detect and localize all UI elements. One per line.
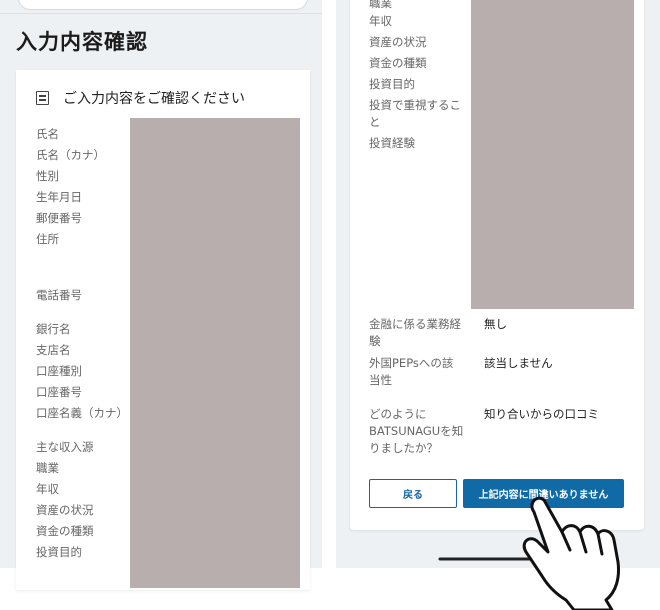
label-asset-status-right: 資産の状況: [369, 35, 427, 49]
label-investment-priority-line2: と: [369, 115, 381, 129]
label-financial-work-line1: 金融に係る業務経: [369, 317, 461, 331]
label-birthdate: 生年月日: [36, 190, 82, 204]
label-referral-line3: りましたか？: [369, 441, 438, 455]
card-header-title: ご入力内容をご確認ください: [63, 91, 245, 107]
label-asset-status: 資産の状況: [36, 503, 94, 517]
label-account-type: 口座種別: [36, 364, 82, 378]
label-investment-priority-line1: 投資で重視するこ: [369, 98, 461, 112]
label-annual-income: 年収: [36, 482, 59, 496]
page-title: 入力内容確認: [16, 30, 148, 54]
label-investment-purpose: 投資目的: [36, 545, 82, 559]
label-investment-experience: 投資経験: [369, 136, 415, 150]
label-account-holder-kana: 口座名義（カナ）: [36, 406, 128, 420]
confirm-button[interactable]: 上記内容に間違いありません: [463, 479, 624, 508]
label-annual-income-right: 年収: [369, 14, 392, 28]
value-referral: 知り合いからの口コミ: [484, 407, 599, 421]
label-name-kana: 氏名（カナ）: [36, 148, 105, 162]
header-divider: [0, 13, 322, 14]
header-search-bar[interactable]: [18, 0, 308, 10]
value-foreign-peps: 該当しません: [484, 356, 553, 370]
label-investment-purpose-right: 投資目的: [369, 77, 415, 91]
label-account-number: 口座番号: [36, 385, 82, 399]
label-occupation: 職業: [36, 461, 59, 475]
label-name: 氏名: [36, 127, 59, 141]
label-foreign-peps-line2: 当性: [369, 373, 392, 387]
label-postal-code: 郵便番号: [36, 211, 82, 225]
label-phone: 電話番号: [36, 288, 82, 302]
label-income-source: 主な収入源: [36, 440, 94, 454]
label-address: 住所: [36, 232, 59, 246]
redacted-values-block: [130, 118, 300, 588]
document-icon: [36, 91, 49, 105]
card-header: ご入力内容をご確認ください: [36, 88, 245, 108]
label-fund-type-right: 資金の種類: [369, 56, 427, 70]
redacted-values-block-right: [471, 0, 634, 309]
value-financial-work: 無し: [484, 317, 507, 331]
label-branch-name: 支店名: [36, 343, 71, 357]
label-gender: 性別: [36, 169, 59, 183]
label-fund-type: 資金の種類: [36, 524, 94, 538]
label-bank-name: 銀行名: [36, 322, 71, 336]
label-financial-work-line2: 験: [369, 334, 381, 348]
back-button[interactable]: 戻る: [369, 479, 457, 508]
